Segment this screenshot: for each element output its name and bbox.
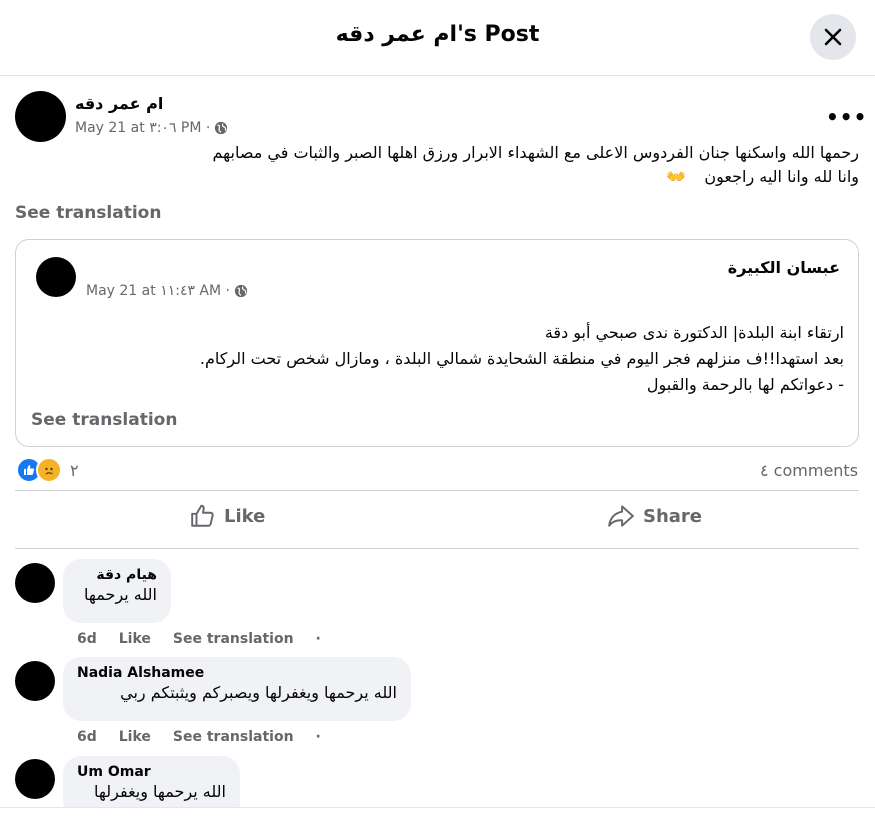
shared-author-name[interactable]: عبسان الكبيرة — [728, 258, 840, 277]
post-timestamp[interactable]: May 21 at ٣:٠٦ PM · — [75, 120, 210, 136]
reaction-count: ٢ — [70, 460, 79, 480]
dialog-title: ام عمر دقه's Post — [335, 22, 540, 47]
comment-composer-area — [0, 807, 875, 833]
share-button[interactable]: Share — [607, 503, 702, 529]
comment-actions: 6d Like See translation · — [77, 631, 343, 647]
comment-like-button[interactable]: Like — [119, 729, 151, 745]
post-author-name[interactable]: ام عمر دقه — [75, 94, 163, 113]
like-button-label: Like — [224, 505, 266, 527]
share-arrow-icon — [608, 505, 634, 527]
shared-author-avatar[interactable] — [36, 257, 76, 297]
comments-count-link[interactable]: ٤ comments — [760, 458, 860, 484]
comment-see-translation[interactable]: See translation — [173, 729, 294, 745]
thumbs-up-icon — [191, 504, 214, 527]
comment-see-translation[interactable]: See translation — [173, 631, 294, 647]
comment-actions: 6d Like See translation · — [77, 729, 343, 745]
comment-author[interactable]: Nadia Alshamee — [77, 665, 397, 681]
post-text-line-2-wrap: وانا لله وانا اليه راجعون — [99, 165, 859, 188]
shared-text-line-3: - دعواتكم لها بالرحمة والقبول — [646, 375, 844, 394]
open-hands-emoji: 👐 — [666, 167, 686, 186]
emoji-wrap: 👐 — [656, 165, 686, 188]
comment-text: الله يرحمها ويغفرلها ويصبركم ويثبتكم ربي — [120, 683, 397, 702]
comment-time[interactable]: 6d — [77, 729, 97, 745]
see-translation-link[interactable]: See translation — [15, 203, 161, 223]
close-icon — [824, 28, 842, 46]
post-text-line-1: رحمها الله واسكنها جنان الفردوس الاعلى م… — [212, 143, 859, 162]
post-text-line-2: وانا لله وانا اليه راجعون — [704, 167, 859, 186]
like-button[interactable]: Like — [190, 503, 265, 529]
sad-reaction-icon — [36, 457, 62, 483]
shared-text-line-2: بعد استهدا!!ف منزلهم فجر اليوم في منطقة … — [199, 349, 844, 368]
share-button-label: Share — [643, 505, 703, 527]
globe-icon — [234, 284, 248, 298]
close-button[interactable] — [810, 14, 856, 60]
comment-text: الله يرحمها ويغفرلها — [94, 782, 226, 801]
comment-bubble: Nadia Alshamee الله يرحمها ويغفرلها ويصب… — [63, 657, 411, 721]
shared-post-meta: May 21 at ١١:٤٣ AM · — [86, 283, 248, 299]
comment-more-dot[interactable]: · — [316, 631, 321, 647]
comment-author[interactable]: Um Omar — [77, 764, 226, 780]
globe-icon — [215, 121, 228, 135]
comment-avatar[interactable] — [15, 661, 55, 701]
comment-avatar[interactable] — [15, 563, 55, 603]
shared-timestamp[interactable]: May 21 at ١١:٤٣ AM · — [86, 283, 230, 299]
shared-post-card[interactable]: عبسان الكبيرة May 21 at ١١:٤٣ AM · ارتقا… — [15, 239, 859, 447]
comment-like-button[interactable]: Like — [119, 631, 151, 647]
comment-more-dot[interactable]: · — [316, 729, 321, 745]
shared-see-translation-link[interactable]: See translation — [31, 410, 177, 430]
dialog-header: ام عمر دقه's Post — [0, 0, 875, 76]
divider — [15, 490, 859, 491]
shared-text-line-1: ارتقاء ابنة البلدة| الدكتورة ندى صبحي أب… — [544, 323, 844, 342]
comment-author[interactable]: هيام دقة — [77, 567, 157, 583]
comment-bubble: هيام دقة الله يرحمها — [63, 559, 171, 623]
comment-time[interactable]: 6d — [77, 631, 97, 647]
divider — [15, 548, 859, 549]
more-options-button[interactable]: ••• — [826, 105, 867, 129]
post-author-avatar[interactable] — [15, 91, 66, 142]
comment-text: الله يرحمها — [84, 585, 157, 604]
post-meta: May 21 at ٣:٠٦ PM · — [75, 120, 228, 136]
comment-avatar[interactable] — [15, 759, 55, 799]
reactions-summary[interactable]: ٢ — [16, 457, 79, 483]
